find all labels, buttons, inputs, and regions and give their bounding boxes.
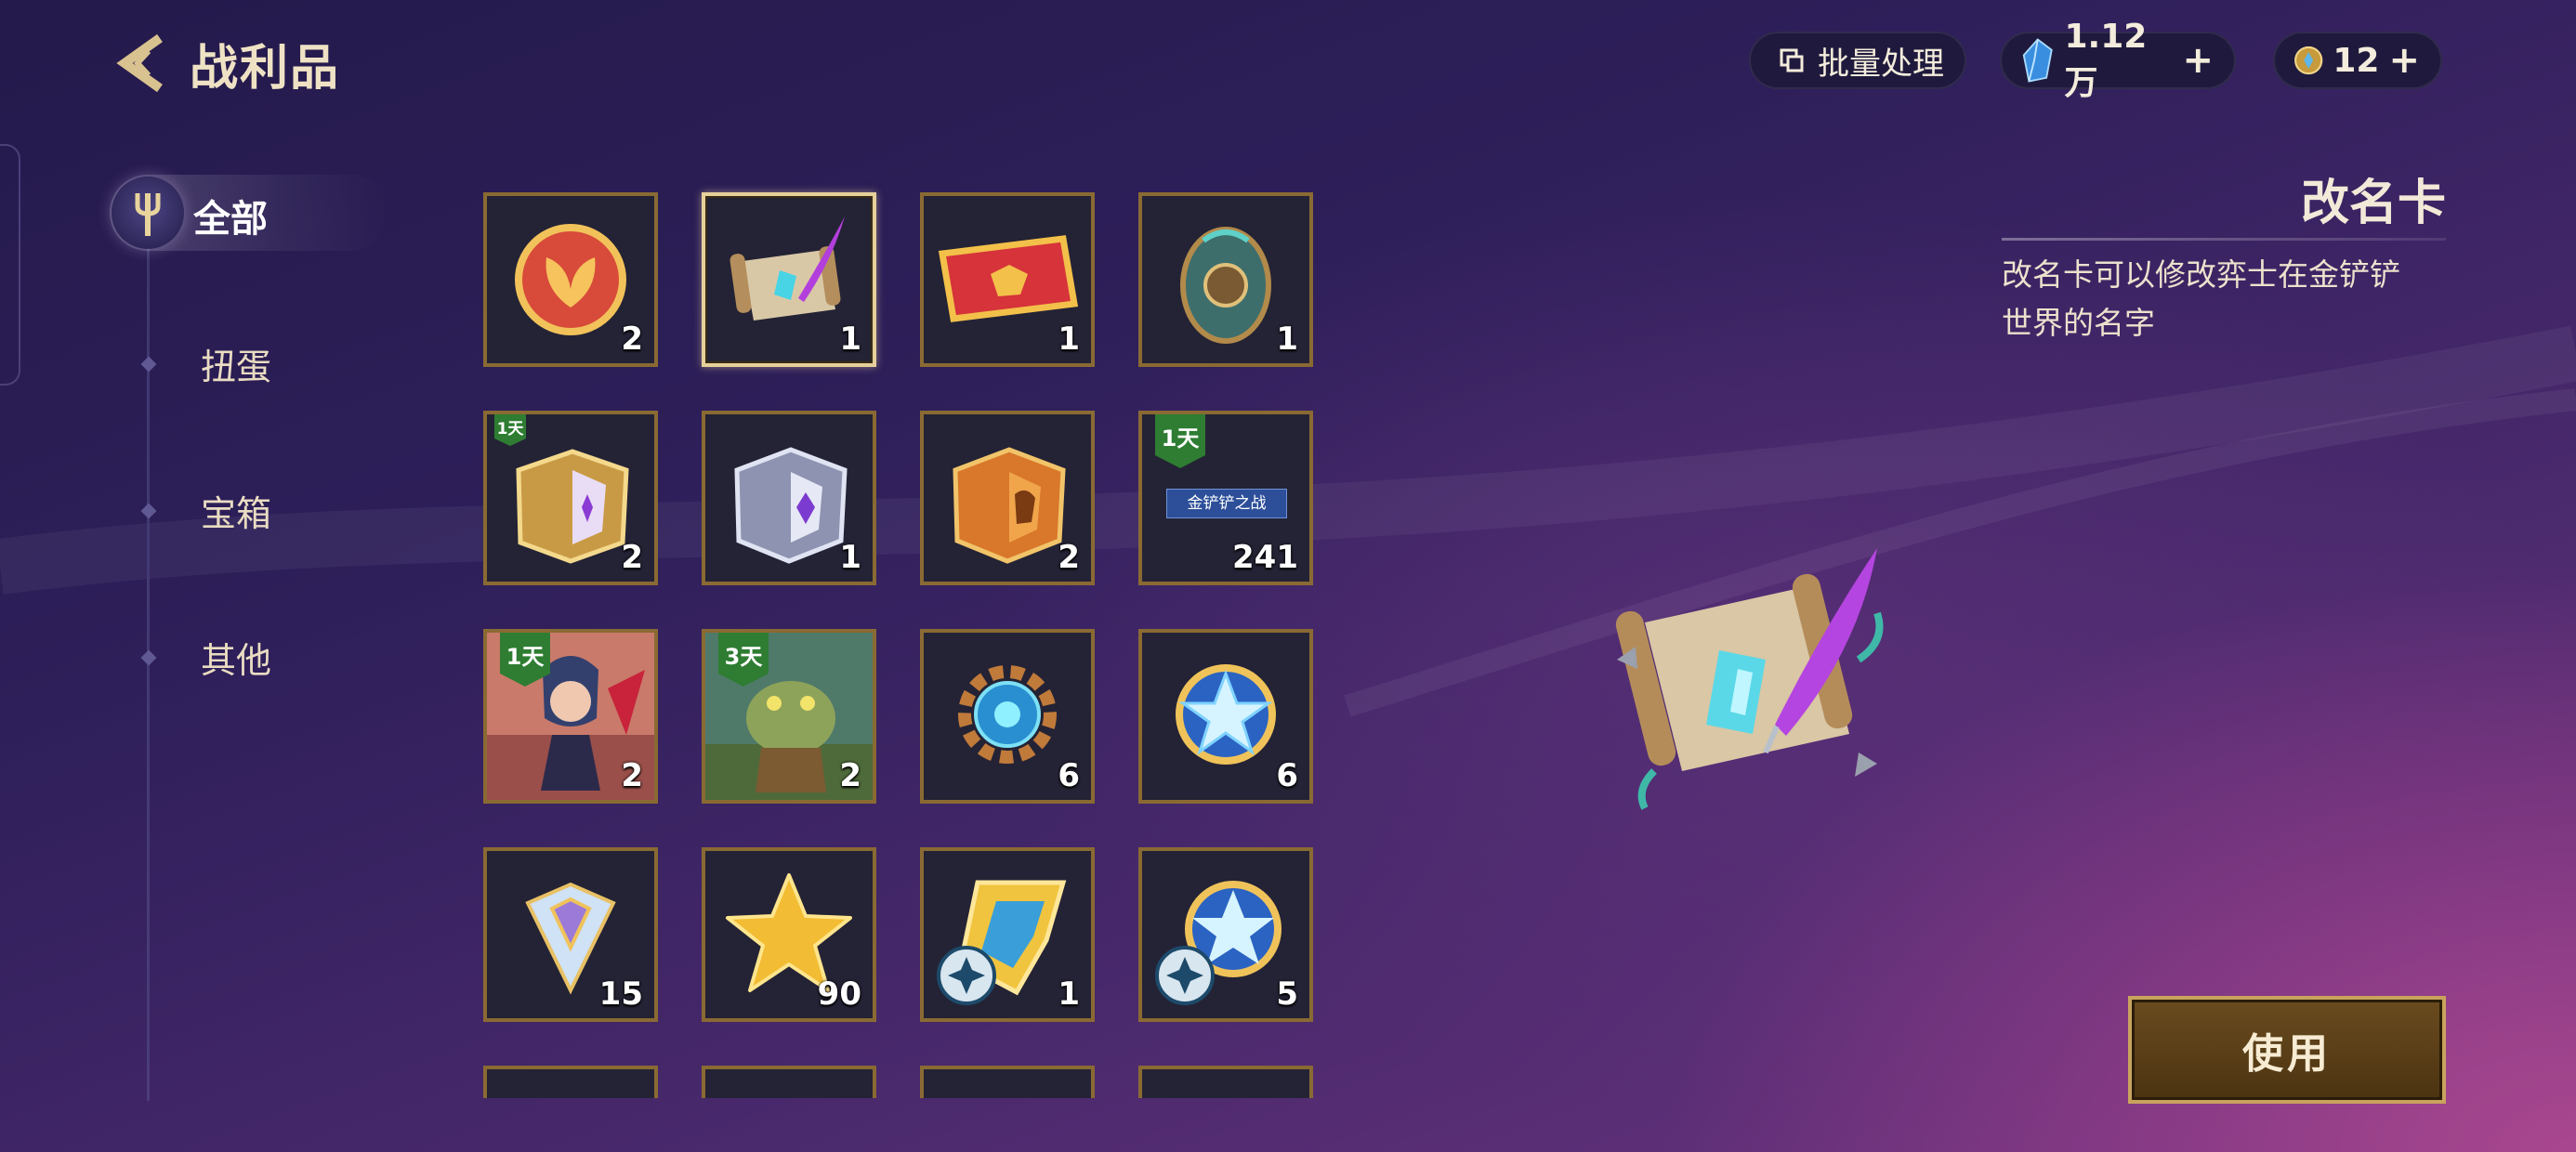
expiry-tag: 1天 <box>494 414 526 446</box>
detail-description: 改名卡可以修改弈士在金铲铲世界的名字 <box>2002 256 2400 341</box>
loot-item[interactable]: 90 <box>702 847 876 1022</box>
blue-gem-icon <box>2022 38 2053 83</box>
loot-item-selected[interactable]: 1 <box>702 192 876 367</box>
bullet-icon <box>140 649 157 665</box>
item-count: 90 <box>817 975 861 1013</box>
loot-item[interactable]: 6 <box>920 629 1095 804</box>
add-gems-icon[interactable]: + <box>2182 39 2214 82</box>
loot-item[interactable]: 6 <box>1138 629 1313 804</box>
sidebar-item-gacha[interactable]: 扭蛋 <box>139 338 271 389</box>
loot-item-partial[interactable] <box>920 1066 1095 1098</box>
loot-item[interactable]: 15 <box>483 847 658 1022</box>
page-title: 战利品 <box>190 40 341 97</box>
expiry-tag: 1天 <box>1155 414 1205 468</box>
loot-item-partial[interactable] <box>483 1066 658 1098</box>
expiry-tag: 1天 <box>500 633 550 687</box>
sidebar-item-label: 宝箱 <box>201 493 272 534</box>
detail-title: 改名卡 <box>2300 176 2446 231</box>
item-count: 15 <box>598 975 643 1013</box>
item-count: 6 <box>1276 757 1298 794</box>
item-count: 2 <box>839 757 861 794</box>
gems-currency[interactable]: 1.12万 + <box>2000 18 2236 102</box>
loot-item[interactable]: 1 <box>702 411 876 585</box>
item-count: 5 <box>1276 975 1298 1013</box>
item-count: 6 <box>1058 757 1080 794</box>
loot-item[interactable]: 1 <box>920 847 1095 1022</box>
item-count: 1 <box>839 539 861 576</box>
back-button[interactable]: 战利品 <box>112 28 340 98</box>
sidebar-item-label: 全部 <box>193 198 268 241</box>
loot-item[interactable]: 3天 2 <box>702 629 876 804</box>
bullet-icon <box>140 356 157 372</box>
item-count: 2 <box>621 539 643 576</box>
loot-item[interactable]: 1 <box>920 192 1095 367</box>
shovel-medal-icon <box>112 177 184 249</box>
loot-item[interactable]: 5 <box>1138 847 1313 1022</box>
loot-item[interactable]: 1天 金铲铲之战 241 <box>1138 411 1313 585</box>
loot-item-partial[interactable] <box>1138 1066 1313 1098</box>
loot-item-partial[interactable] <box>702 1066 876 1098</box>
item-count: 1 <box>1058 975 1080 1013</box>
expiry-tag: 3天 <box>718 633 769 687</box>
sidebar-item-label: 扭蛋 <box>201 347 272 387</box>
add-coins-icon[interactable]: + <box>2388 39 2420 82</box>
item-count: 2 <box>621 757 643 794</box>
loot-item[interactable]: 1天 2 <box>483 629 658 804</box>
loot-item[interactable]: 2 <box>483 192 658 367</box>
item-count: 1 <box>839 321 861 358</box>
item-count: 2 <box>1058 539 1080 576</box>
sidebar-item-label: 其他 <box>201 640 272 681</box>
coins-amount: 12 <box>2333 41 2380 80</box>
batch-process-button[interactable]: 批量处理 <box>1749 32 1966 89</box>
sidebar-item-other[interactable]: 其他 <box>139 632 271 683</box>
sidebar-item-all[interactable]: 全部 <box>110 175 388 251</box>
event-ticket-ribbon: 金铲铲之战 <box>1166 489 1287 518</box>
detail-divider <box>2002 238 2446 241</box>
item-count: 241 <box>1232 539 1298 576</box>
loot-item[interactable]: 2 <box>920 411 1095 585</box>
loot-item[interactable]: 1天 2 <box>483 411 658 585</box>
loot-item[interactable]: 1 <box>1138 192 1313 367</box>
gold-coin-icon <box>2294 46 2323 75</box>
coins-currency[interactable]: 12 + <box>2273 32 2442 89</box>
sidebar-item-chest[interactable]: 宝箱 <box>139 485 271 536</box>
bullet-icon <box>140 503 157 518</box>
item-count: 2 <box>621 321 643 358</box>
back-arrow-icon <box>116 33 163 93</box>
use-button-label: 使用 <box>2242 1030 2332 1078</box>
batch-label: 批量处理 <box>1818 45 1944 83</box>
item-count: 1 <box>1276 321 1298 358</box>
side-drawer-edge[interactable] <box>0 144 20 386</box>
gems-amount: 1.12万 <box>2064 17 2148 102</box>
item-count: 1 <box>1058 321 1080 358</box>
use-button[interactable]: 使用 <box>2128 996 2446 1104</box>
batch-icon <box>1780 48 1804 72</box>
rename-scroll-preview-icon <box>1615 548 1884 810</box>
